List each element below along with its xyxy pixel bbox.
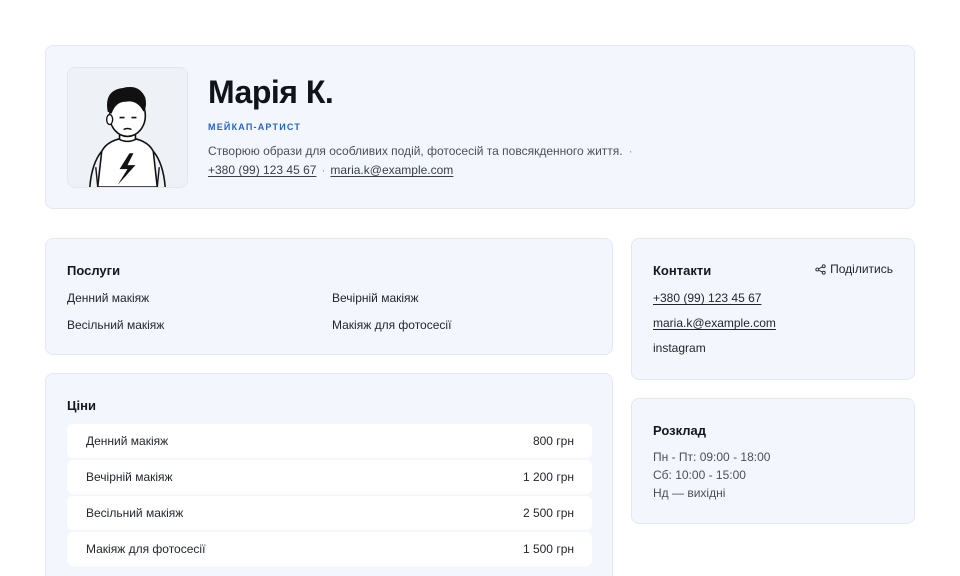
avatar-illustration	[68, 68, 187, 187]
schedule-line: Сб: 10:00 - 15:00	[653, 468, 746, 482]
bio-separator: ·	[628, 144, 633, 158]
schedule-title: Розклад	[653, 423, 706, 438]
profile-bio-text: Створюю образи для особливих подій, фото…	[208, 144, 623, 158]
price-value: 800 грн	[532, 434, 574, 448]
price-value: 1 500 грн	[522, 542, 574, 556]
contacts-title: Контакти	[653, 263, 712, 278]
profile-role: Мейкап-артист	[208, 122, 302, 132]
price-name: Макіяж для фотосесії	[86, 542, 206, 556]
schedule-line: Нд — вихідні	[653, 486, 726, 500]
contact-instagram-link[interactable]: instagram	[653, 341, 706, 355]
profile-contact-line: +380 (99) 123 45 67 · maria.k@example.com	[208, 163, 453, 177]
prices-card: Ціни Денний макіяж 800 грн Вечірній макі…	[45, 373, 613, 576]
service-item: Весільний макіяж	[67, 318, 165, 332]
price-value: 1 200 грн	[522, 470, 574, 484]
profile-card: Марія К. Мейкап-артист Створюю образи дл…	[45, 45, 915, 209]
services-title: Послуги	[67, 263, 121, 278]
profile-bio: Створюю образи для особливих подій, фото…	[208, 144, 633, 158]
profile-phone-link[interactable]: +380 (99) 123 45 67	[208, 163, 316, 177]
contact-email-link[interactable]: maria.k@example.com	[653, 316, 776, 330]
price-row: Вечірній макіяж 1 200 грн	[67, 460, 592, 494]
profile-email-link[interactable]: maria.k@example.com	[330, 163, 453, 177]
service-item: Денний макіяж	[67, 291, 150, 305]
price-value: 2 500 грн	[522, 506, 574, 520]
share-icon	[815, 263, 826, 275]
price-row: Денний макіяж 800 грн	[67, 424, 592, 458]
service-item: Макіяж для фотосесії	[332, 318, 452, 332]
price-name: Весільний макіяж	[86, 506, 184, 520]
contacts-card: Контакти Поділитись +380 (99) 123 45 67 …	[631, 238, 915, 380]
profile-name: Марія К.	[208, 74, 334, 110]
schedule-card: Розклад Пн - Пт: 09:00 - 18:00 Сб: 10:00…	[631, 398, 915, 524]
share-label: Поділитись	[830, 262, 893, 276]
prices-title: Ціни	[67, 398, 96, 413]
services-card: Послуги Денний макіяж Вечірній макіяж Ве…	[45, 238, 613, 355]
contact-phone-link[interactable]: +380 (99) 123 45 67	[653, 291, 761, 305]
avatar	[67, 67, 188, 188]
price-name: Денний макіяж	[86, 434, 169, 448]
price-row: Весільний макіяж 2 500 грн	[67, 496, 592, 530]
service-item: Вечірній макіяж	[332, 291, 419, 305]
contact-separator: ·	[321, 163, 326, 177]
price-row: Макіяж для фотосесії 1 500 грн	[67, 532, 592, 566]
schedule-line: Пн - Пт: 09:00 - 18:00	[653, 450, 771, 464]
price-name: Вечірній макіяж	[86, 470, 173, 484]
share-button[interactable]: Поділитись	[815, 262, 893, 276]
